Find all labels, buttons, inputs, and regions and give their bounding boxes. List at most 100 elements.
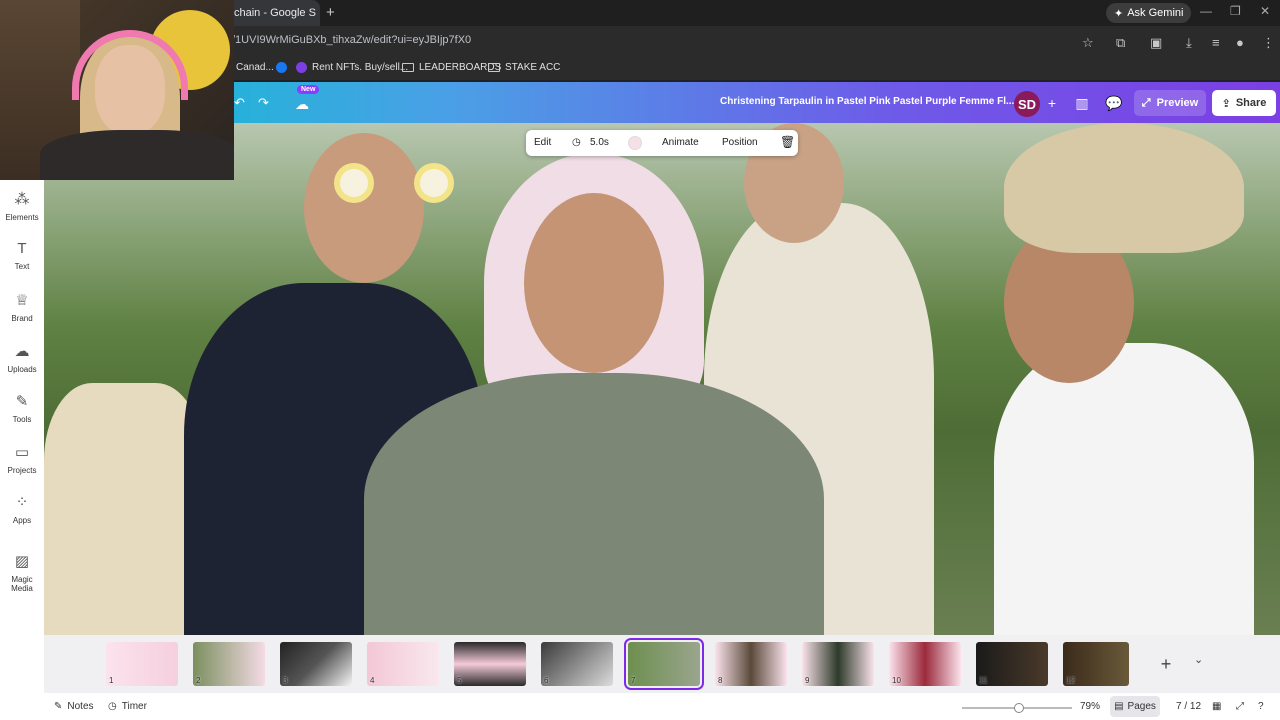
- sidebar-item-label: Elements: [5, 213, 39, 222]
- share-label: Share: [1235, 97, 1267, 109]
- person-grey-shirt: [364, 373, 824, 635]
- page-thumb[interactable]: 3: [280, 642, 352, 686]
- browser-tab[interactable]: chain - Google S ✕: [226, 0, 320, 26]
- edit-button[interactable]: Edit: [534, 137, 551, 148]
- minimize-icon[interactable]: —: [1200, 4, 1212, 18]
- new-tab-icon[interactable]: +: [326, 4, 335, 21]
- sidebar-item-magic-media[interactable]: ▨ Magic Media: [0, 552, 44, 593]
- animate-button[interactable]: Animate: [662, 137, 699, 148]
- sidebar-item-uploads[interactable]: ☁ Uploads: [0, 342, 44, 374]
- sidebar-item-brand[interactable]: ♕ Brand: [0, 291, 44, 323]
- redo-icon[interactable]: ↷: [258, 95, 269, 111]
- insights-chart-icon[interactable]: ▥: [1070, 92, 1094, 114]
- bookmark-leaderboards[interactable]: LEADERBOARDS: [402, 62, 501, 73]
- page-thumb-active[interactable]: 7: [624, 638, 704, 690]
- grid-view-icon[interactable]: ▦: [1212, 701, 1221, 712]
- extensions-icon[interactable]: ⧉: [1116, 35, 1125, 51]
- maximize-icon[interactable]: ❐: [1230, 4, 1241, 18]
- person-left-edge: [44, 383, 204, 635]
- close-window-icon[interactable]: ✕: [1260, 4, 1270, 18]
- page-number: 1: [109, 676, 114, 685]
- undo-icon[interactable]: ↶: [234, 95, 245, 111]
- menu-kebab-icon[interactable]: ⋮: [1262, 35, 1275, 51]
- sidebar-item-apps[interactable]: ⁘ Apps: [0, 493, 44, 525]
- brand-icon: ♕: [15, 292, 29, 309]
- page-number: 12: [1066, 676, 1075, 685]
- sidebar-item-tools[interactable]: ✎ Tools: [0, 392, 44, 424]
- page-number: 3: [283, 676, 288, 685]
- design-canvas[interactable]: [44, 123, 1280, 635]
- preview-button[interactable]: ⤢ Preview: [1134, 90, 1206, 116]
- page-thumb[interactable]: 12: [1063, 642, 1129, 686]
- page-thumb[interactable]: 9: [802, 642, 874, 686]
- sidebar-item-label: Text: [14, 262, 30, 271]
- profile-icon[interactable]: ●: [1236, 35, 1244, 50]
- page-number: 10: [892, 676, 901, 685]
- page-thumb[interactable]: 10: [889, 642, 961, 686]
- avatar[interactable]: SD: [1014, 91, 1040, 117]
- notes-icon: ✎: [54, 701, 63, 712]
- person-center-face: [524, 193, 664, 373]
- sidebar-item-label: Projects: [7, 466, 37, 475]
- left-sidebar: ⁂ Elements T Text ♕ Brand ☁ Uploads ✎ To…: [0, 180, 44, 720]
- sidebar-item-text[interactable]: T Text: [0, 240, 44, 271]
- notes-label: Notes: [67, 701, 94, 712]
- pages-button[interactable]: ▤ Pages: [1110, 696, 1160, 717]
- bookmark-facebook[interactable]: [276, 62, 287, 73]
- sidebar-item-label: Brand: [11, 314, 33, 323]
- page-thumb[interactable]: 5: [454, 642, 526, 686]
- bookmark-rent-nfts[interactable]: Rent NFTs. Buy/sell...: [296, 62, 408, 73]
- add-collaborator-icon[interactable]: +: [1040, 92, 1064, 114]
- page-thumb[interactable]: 8: [715, 642, 787, 686]
- chevron-down-icon[interactable]: ⌄: [1194, 653, 1203, 666]
- magic-media-icon: ▨: [14, 553, 30, 570]
- zoom-slider-handle[interactable]: [1014, 703, 1024, 713]
- cloud-save-icon[interactable]: ☁: [295, 96, 309, 113]
- straw-fedora-hat: [1004, 123, 1244, 253]
- sidebar-item-elements[interactable]: ⁂ Elements: [0, 190, 44, 222]
- comment-icon[interactable]: 💬: [1102, 92, 1126, 114]
- page-number: 8: [718, 676, 723, 685]
- fullscreen-icon[interactable]: ⤢: [1236, 701, 1244, 712]
- timer-button[interactable]: ◷ Timer: [108, 701, 147, 712]
- folder-icon: [402, 63, 414, 72]
- page-thumb[interactable]: 1: [106, 642, 178, 686]
- reading-list-icon[interactable]: ≡: [1212, 35, 1220, 50]
- uploads-icon: ☁: [14, 343, 30, 360]
- add-page-button[interactable]: +: [1144, 649, 1188, 679]
- color-swatch[interactable]: [628, 136, 642, 150]
- tab-search-icon[interactable]: ▣: [1150, 35, 1162, 51]
- position-button[interactable]: Position: [722, 137, 758, 148]
- duration-button[interactable]: 5.0s: [590, 137, 609, 148]
- help-icon: ?: [1258, 701, 1264, 712]
- page-thumb[interactable]: 2: [193, 642, 265, 686]
- bookmark-stake-acc[interactable]: STAKE ACC: [488, 62, 560, 73]
- zoom-level[interactable]: 79%: [1080, 701, 1100, 712]
- design-title[interactable]: Christening Tarpaulin in Pastel Pink Pas…: [720, 96, 1014, 107]
- share-button[interactable]: ⇪ Share: [1212, 90, 1276, 116]
- timer-icon: ◷: [108, 701, 117, 712]
- bookmark-star-icon[interactable]: ☆: [1082, 35, 1094, 51]
- webcam-overlay: [0, 0, 234, 180]
- bookmark-canad[interactable]: Canad...: [236, 62, 274, 73]
- ask-gemini-label: Ask Gemini: [1127, 7, 1184, 19]
- tools-icon: ✎: [15, 393, 29, 410]
- url-field[interactable]: /1UVI9WrMiGuBXb_tihxaZw/edit?ui=eyJBIjp7…: [232, 34, 471, 46]
- page-thumb[interactable]: 11: [976, 642, 1048, 686]
- trash-icon[interactable]: 🗑: [780, 135, 795, 149]
- page-number: 2: [196, 676, 201, 685]
- element-toolbar: Edit ◷ 5.0s Animate Position 🗑: [526, 130, 798, 156]
- sidebar-item-label: Apps: [12, 516, 32, 525]
- page-count-value: 7 / 12: [1176, 701, 1202, 712]
- nft-site-icon: [296, 62, 307, 73]
- ask-gemini-button[interactable]: ✦ Ask Gemini: [1106, 3, 1192, 23]
- sidebar-item-projects[interactable]: ▭ Projects: [0, 443, 44, 475]
- page-thumb[interactable]: 6: [541, 642, 613, 686]
- zoom-slider[interactable]: [962, 703, 1072, 713]
- pages-icon: ▤: [1114, 701, 1124, 712]
- download-icon[interactable]: ⤓: [1186, 35, 1192, 51]
- page-thumb[interactable]: 4: [367, 642, 439, 686]
- help-button[interactable]: ?: [1258, 701, 1264, 712]
- notes-button[interactable]: ✎ Notes: [54, 701, 94, 712]
- page-number: 4: [370, 676, 375, 685]
